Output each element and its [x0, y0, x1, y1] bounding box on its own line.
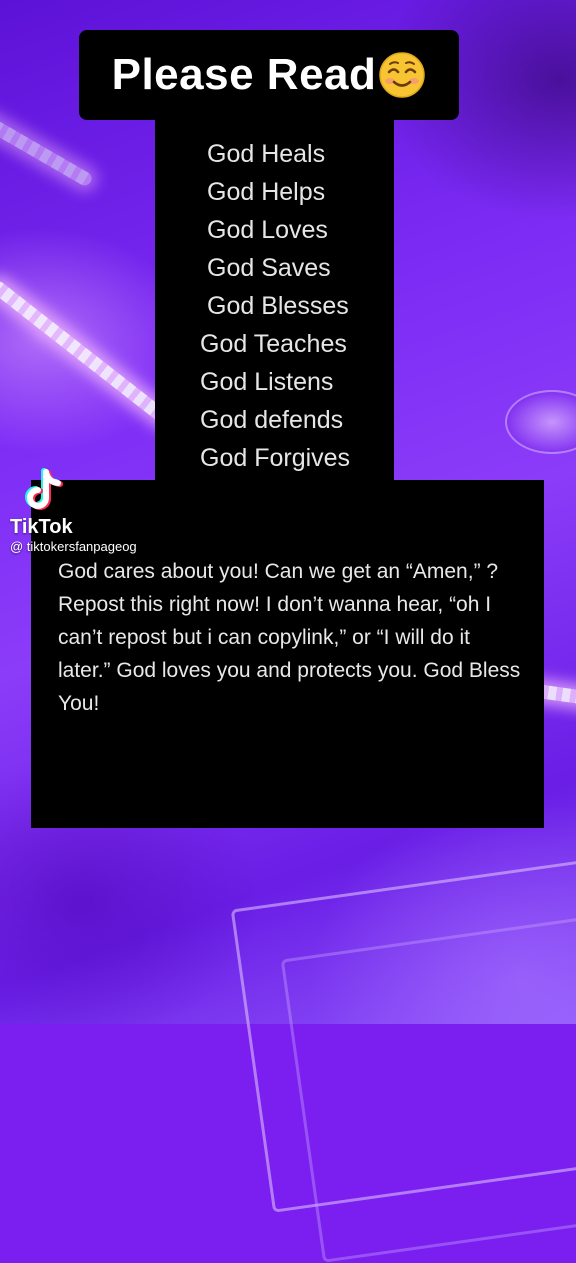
ceiling-light-fixture [505, 390, 576, 454]
ceiling-molding [280, 903, 576, 1263]
led-light-strip [0, 278, 171, 426]
list-item: God Forgives [200, 444, 351, 472]
tiktok-watermark: TikTok @ tiktokersfanpageog [10, 466, 190, 556]
list-item: God Helps [207, 178, 326, 206]
list-item: God Teaches [200, 330, 347, 358]
list-item: God Saves [207, 254, 331, 282]
list-item: God Heals [207, 140, 326, 168]
title-banner: Please Read [79, 30, 459, 120]
list-item: God Loves [207, 216, 328, 244]
god-list-panel: God Heals God Helps God Loves God Saves … [155, 118, 394, 482]
message-text: God cares about you! Can we get an “Amen… [58, 560, 521, 715]
page-title: Please Read [111, 50, 377, 99]
smiling-face-icon [379, 52, 426, 98]
list-item: God Listens [200, 368, 334, 396]
list-item: God defends [200, 406, 344, 434]
led-light-strip [0, 105, 95, 189]
tiktok-handle: @ tiktokersfanpageog [10, 539, 137, 554]
tiktok-logo-icon [25, 468, 63, 510]
tiktok-brand-label: TikTok [10, 516, 73, 538]
list-item: God Blesses [207, 292, 349, 320]
